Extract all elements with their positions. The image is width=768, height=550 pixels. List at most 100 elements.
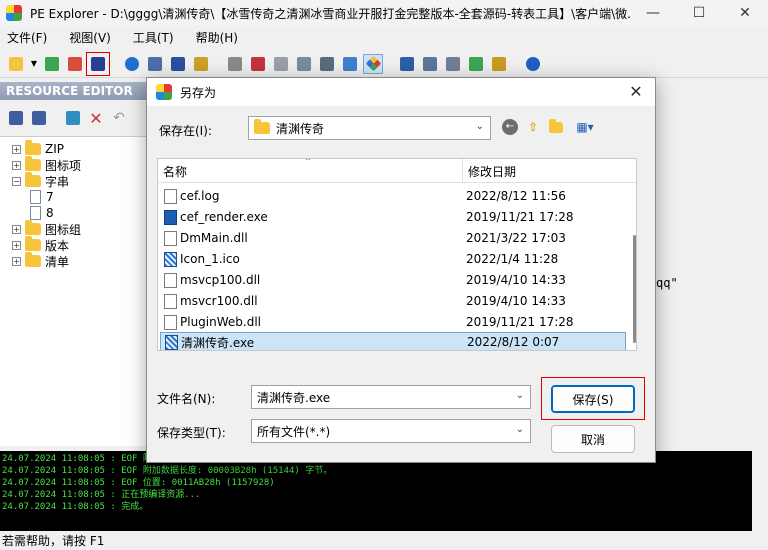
tree-node-label: 字串 bbox=[45, 174, 70, 189]
expand-icon[interactable]: + bbox=[12, 256, 21, 266]
up-folder-button[interactable]: ⇧ bbox=[524, 118, 542, 136]
addon-icon[interactable] bbox=[489, 54, 509, 74]
tree-node-label: 版本 bbox=[45, 238, 70, 253]
file-row[interactable]: cef.log 2022/8/12 11:56 bbox=[160, 186, 626, 206]
expand-icon[interactable]: + bbox=[12, 160, 21, 170]
collapse-icon[interactable]: − bbox=[12, 176, 21, 186]
plugins-icon[interactable] bbox=[397, 54, 417, 74]
maximize-button[interactable]: ☐ bbox=[676, 0, 722, 26]
scrollbar-thumb[interactable] bbox=[633, 235, 636, 343]
menu-file[interactable]: 文件(F) bbox=[0, 29, 54, 46]
disassembler-icon[interactable] bbox=[317, 54, 337, 74]
tree-node-label: 清单 bbox=[45, 254, 70, 269]
resource-editor-icon[interactable] bbox=[340, 54, 360, 74]
tree-node-icons[interactable]: + 图标项 bbox=[12, 156, 81, 173]
name-column-header[interactable]: 名称 bbox=[163, 163, 187, 180]
file-date: 2019/4/10 14:33 bbox=[466, 294, 566, 308]
new-folder-button[interactable] bbox=[547, 118, 565, 136]
folder-icon bbox=[25, 220, 41, 235]
tree-node-manifest[interactable]: + 清单 bbox=[12, 252, 70, 269]
chevron-down-icon[interactable]: ⌄ bbox=[516, 390, 524, 401]
file-row[interactable]: DmMain.dll 2021/3/22 17:03 bbox=[160, 228, 626, 248]
tree-node-string-7[interactable]: 7 bbox=[14, 189, 54, 205]
dependency-icon[interactable] bbox=[294, 54, 314, 74]
tree-node-icon-group[interactable]: + 图标组 bbox=[12, 220, 81, 237]
delete-icon[interactable]: ✕ bbox=[86, 108, 106, 128]
file-date: 2019/4/10 14:33 bbox=[466, 273, 566, 287]
file-date: 2022/8/12 11:56 bbox=[466, 189, 566, 203]
window-title: PE Explorer - D:\gggg\清渊传奇\【冰雪传奇之清渊冰雪商业开… bbox=[30, 6, 630, 21]
chevron-down-icon: ⌄ bbox=[515, 424, 524, 435]
file-row-selected[interactable]: 清渊传奇.exe 2022/8/12 0:07 bbox=[160, 332, 626, 350]
tree-node-version[interactable]: + 版本 bbox=[12, 236, 70, 253]
filetype-select[interactable]: 所有文件(*.*) ⌄ bbox=[251, 419, 531, 443]
file-row[interactable]: PluginWeb.dll 2019/11/21 17:28 bbox=[160, 312, 626, 332]
resource-tree: + ZIP + 图标项 − 字串 7 8 + 图标组 + 版本 + 清单 bbox=[0, 136, 150, 446]
data-directories-icon[interactable] bbox=[145, 54, 165, 74]
reload-icon[interactable] bbox=[65, 54, 85, 74]
toolbar-separator bbox=[111, 54, 119, 74]
save-file-icon[interactable] bbox=[86, 51, 110, 76]
edit-resource-icon[interactable] bbox=[63, 108, 83, 128]
console-scrollbar[interactable] bbox=[752, 451, 768, 531]
copy-resource-icon[interactable] bbox=[6, 108, 26, 128]
file-list-scrollbar[interactable] bbox=[632, 183, 636, 350]
expand-icon[interactable]: + bbox=[12, 224, 21, 234]
expand-icon[interactable]: + bbox=[12, 240, 21, 250]
headers-info-icon[interactable] bbox=[122, 54, 142, 74]
dialog-close-button[interactable]: ✕ bbox=[625, 81, 647, 103]
ico-file-icon bbox=[164, 251, 177, 267]
close-button[interactable]: ✕ bbox=[722, 0, 768, 26]
cancel-button[interactable]: 取消 bbox=[551, 425, 635, 453]
open-file-icon[interactable] bbox=[6, 54, 26, 74]
file-row[interactable]: msvcp100.dll 2019/4/10 14:33 bbox=[160, 270, 626, 290]
document-icon bbox=[30, 206, 41, 220]
refresh-icon[interactable] bbox=[42, 54, 62, 74]
save-button[interactable]: 保存(S) bbox=[551, 385, 635, 413]
date-column-header[interactable]: 修改日期 bbox=[468, 163, 516, 180]
file-icon bbox=[164, 188, 177, 204]
save-in-combo[interactable]: 清渊传奇 ⌄ bbox=[248, 116, 491, 140]
back-button[interactable]: ← bbox=[501, 118, 519, 136]
tree-node-zip[interactable]: + ZIP bbox=[12, 140, 64, 157]
save-resource-icon[interactable] bbox=[29, 108, 49, 128]
toolbar-separator bbox=[386, 54, 394, 74]
menu-help[interactable]: 帮助(H) bbox=[189, 29, 245, 46]
resources-icon[interactable] bbox=[248, 54, 268, 74]
help-icon[interactable] bbox=[523, 54, 543, 74]
section-headers-icon[interactable] bbox=[168, 54, 188, 74]
file-date: 2022/8/12 0:07 bbox=[467, 335, 560, 349]
minimize-button[interactable]: — bbox=[630, 0, 676, 26]
column-divider[interactable] bbox=[462, 159, 463, 183]
exe-file-icon bbox=[165, 334, 178, 350]
file-row[interactable]: cef_render.exe 2019/11/21 17:28 bbox=[160, 207, 626, 227]
tools-icon[interactable] bbox=[443, 54, 463, 74]
file-name: DmMain.dll bbox=[180, 231, 248, 245]
tree-node-strings[interactable]: − 字串 bbox=[12, 172, 70, 189]
back-arrow-icon: ← bbox=[502, 119, 518, 135]
menu-view[interactable]: 视图(V) bbox=[62, 29, 118, 46]
resource-toolbar: ✕ ↶ bbox=[0, 104, 150, 132]
bookmark-icon[interactable] bbox=[466, 54, 486, 74]
imports-icon[interactable] bbox=[191, 54, 211, 74]
diamond-view-icon[interactable] bbox=[363, 53, 383, 74]
menu-tools[interactable]: 工具(T) bbox=[126, 29, 181, 46]
file-name: 清渊传奇.exe bbox=[181, 335, 255, 350]
file-row[interactable]: Icon_1.ico 2022/1/4 11:28 bbox=[160, 249, 626, 269]
dropdown-arrow-icon[interactable]: ▼ bbox=[29, 54, 39, 74]
expand-icon[interactable]: + bbox=[12, 144, 21, 154]
file-list: ⌃ 名称 修改日期 cef.log 2022/8/12 11:56 cef_re… bbox=[157, 158, 637, 351]
status-bar: 若需帮助，请按 F1 bbox=[0, 533, 768, 550]
filename-input[interactable]: 清渊传奇.exe ⌄ bbox=[251, 385, 531, 409]
view-menu-button[interactable]: ▦▾ bbox=[571, 118, 599, 136]
undo-icon[interactable]: ↶ bbox=[109, 108, 129, 128]
exports-icon[interactable] bbox=[225, 54, 245, 74]
debug-icon[interactable] bbox=[271, 54, 291, 74]
file-list-header: ⌃ 名称 修改日期 bbox=[158, 159, 636, 183]
file-row[interactable]: msvcr100.dll 2019/4/10 14:33 bbox=[160, 291, 626, 311]
up-folder-icon: ⇧ bbox=[527, 120, 539, 134]
dialog-title-bar: 另存为 ✕ bbox=[147, 78, 655, 106]
options-icon[interactable] bbox=[420, 54, 440, 74]
tree-node-string-8[interactable]: 8 bbox=[14, 205, 54, 221]
toolbar-separator bbox=[512, 54, 520, 74]
